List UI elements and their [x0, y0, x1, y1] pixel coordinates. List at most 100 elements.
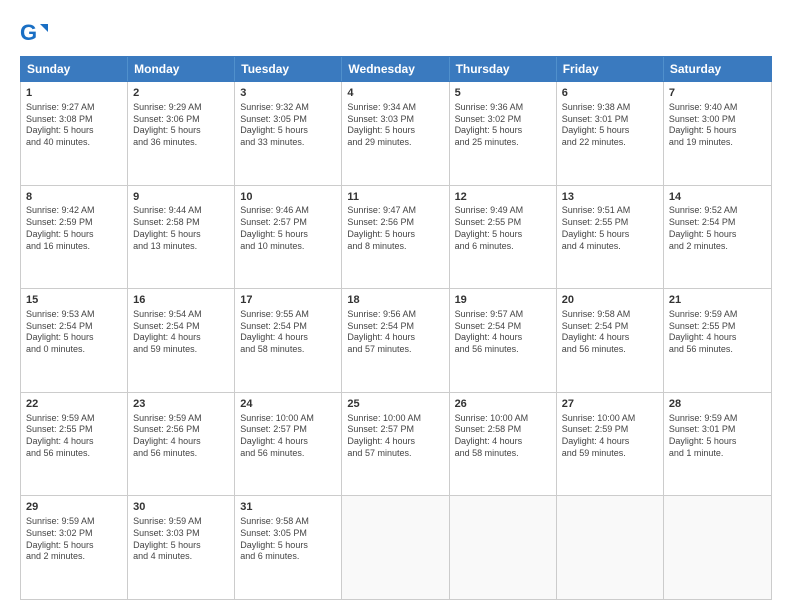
- day-cell-29: 29Sunrise: 9:59 AMSunset: 3:02 PMDayligh…: [21, 496, 128, 599]
- empty-cell: [342, 496, 449, 599]
- cell-text: Sunrise: 9:27 AMSunset: 3:08 PMDaylight:…: [26, 102, 122, 149]
- day-cell-28: 28Sunrise: 9:59 AMSunset: 3:01 PMDayligh…: [664, 393, 771, 496]
- day-number: 6: [562, 86, 658, 101]
- day-cell-17: 17Sunrise: 9:55 AMSunset: 2:54 PMDayligh…: [235, 289, 342, 392]
- day-cell-11: 11Sunrise: 9:47 AMSunset: 2:56 PMDayligh…: [342, 186, 449, 289]
- cell-text: Sunrise: 9:59 AMSunset: 2:55 PMDaylight:…: [669, 309, 766, 356]
- cell-text: Sunrise: 10:00 AMSunset: 2:57 PMDaylight…: [347, 413, 443, 460]
- day-cell-31: 31Sunrise: 9:58 AMSunset: 3:05 PMDayligh…: [235, 496, 342, 599]
- empty-cell: [450, 496, 557, 599]
- day-number: 16: [133, 293, 229, 308]
- svg-text:G: G: [20, 20, 37, 45]
- day-cell-21: 21Sunrise: 9:59 AMSunset: 2:55 PMDayligh…: [664, 289, 771, 392]
- weekday-wednesday: Wednesday: [342, 57, 449, 81]
- weekday-friday: Friday: [557, 57, 664, 81]
- cell-text: Sunrise: 9:49 AMSunset: 2:55 PMDaylight:…: [455, 205, 551, 252]
- cell-text: Sunrise: 9:55 AMSunset: 2:54 PMDaylight:…: [240, 309, 336, 356]
- logo-icon: G: [20, 20, 48, 48]
- cell-text: Sunrise: 9:34 AMSunset: 3:03 PMDaylight:…: [347, 102, 443, 149]
- day-cell-3: 3Sunrise: 9:32 AMSunset: 3:05 PMDaylight…: [235, 82, 342, 185]
- cell-text: Sunrise: 9:57 AMSunset: 2:54 PMDaylight:…: [455, 309, 551, 356]
- day-number: 26: [455, 397, 551, 412]
- day-number: 25: [347, 397, 443, 412]
- cell-text: Sunrise: 9:56 AMSunset: 2:54 PMDaylight:…: [347, 309, 443, 356]
- day-cell-1: 1Sunrise: 9:27 AMSunset: 3:08 PMDaylight…: [21, 82, 128, 185]
- day-number: 17: [240, 293, 336, 308]
- weekday-thursday: Thursday: [450, 57, 557, 81]
- cell-text: Sunrise: 10:00 AMSunset: 2:58 PMDaylight…: [455, 413, 551, 460]
- weekday-saturday: Saturday: [664, 57, 771, 81]
- day-cell-23: 23Sunrise: 9:59 AMSunset: 2:56 PMDayligh…: [128, 393, 235, 496]
- day-cell-25: 25Sunrise: 10:00 AMSunset: 2:57 PMDaylig…: [342, 393, 449, 496]
- cell-text: Sunrise: 9:42 AMSunset: 2:59 PMDaylight:…: [26, 205, 122, 252]
- day-number: 10: [240, 190, 336, 205]
- day-cell-12: 12Sunrise: 9:49 AMSunset: 2:55 PMDayligh…: [450, 186, 557, 289]
- day-cell-9: 9Sunrise: 9:44 AMSunset: 2:58 PMDaylight…: [128, 186, 235, 289]
- cell-text: Sunrise: 9:29 AMSunset: 3:06 PMDaylight:…: [133, 102, 229, 149]
- cell-text: Sunrise: 10:00 AMSunset: 2:57 PMDaylight…: [240, 413, 336, 460]
- day-number: 8: [26, 190, 122, 205]
- day-cell-16: 16Sunrise: 9:54 AMSunset: 2:54 PMDayligh…: [128, 289, 235, 392]
- calendar-body: 1Sunrise: 9:27 AMSunset: 3:08 PMDaylight…: [20, 82, 772, 600]
- calendar-row-0: 1Sunrise: 9:27 AMSunset: 3:08 PMDaylight…: [21, 82, 771, 186]
- day-cell-2: 2Sunrise: 9:29 AMSunset: 3:06 PMDaylight…: [128, 82, 235, 185]
- day-cell-19: 19Sunrise: 9:57 AMSunset: 2:54 PMDayligh…: [450, 289, 557, 392]
- day-cell-15: 15Sunrise: 9:53 AMSunset: 2:54 PMDayligh…: [21, 289, 128, 392]
- day-cell-26: 26Sunrise: 10:00 AMSunset: 2:58 PMDaylig…: [450, 393, 557, 496]
- day-cell-6: 6Sunrise: 9:38 AMSunset: 3:01 PMDaylight…: [557, 82, 664, 185]
- cell-text: Sunrise: 9:47 AMSunset: 2:56 PMDaylight:…: [347, 205, 443, 252]
- cell-text: Sunrise: 9:32 AMSunset: 3:05 PMDaylight:…: [240, 102, 336, 149]
- day-cell-24: 24Sunrise: 10:00 AMSunset: 2:57 PMDaylig…: [235, 393, 342, 496]
- day-number: 31: [240, 500, 336, 515]
- day-number: 24: [240, 397, 336, 412]
- day-cell-14: 14Sunrise: 9:52 AMSunset: 2:54 PMDayligh…: [664, 186, 771, 289]
- cell-text: Sunrise: 9:54 AMSunset: 2:54 PMDaylight:…: [133, 309, 229, 356]
- empty-cell: [557, 496, 664, 599]
- header: G: [20, 16, 772, 48]
- cell-text: Sunrise: 9:53 AMSunset: 2:54 PMDaylight:…: [26, 309, 122, 356]
- cell-text: Sunrise: 9:36 AMSunset: 3:02 PMDaylight:…: [455, 102, 551, 149]
- cell-text: Sunrise: 9:59 AMSunset: 2:56 PMDaylight:…: [133, 413, 229, 460]
- calendar-header: SundayMondayTuesdayWednesdayThursdayFrid…: [20, 56, 772, 82]
- day-number: 5: [455, 86, 551, 101]
- day-number: 13: [562, 190, 658, 205]
- empty-cell: [664, 496, 771, 599]
- cell-text: Sunrise: 9:46 AMSunset: 2:57 PMDaylight:…: [240, 205, 336, 252]
- cell-text: Sunrise: 9:44 AMSunset: 2:58 PMDaylight:…: [133, 205, 229, 252]
- weekday-monday: Monday: [128, 57, 235, 81]
- page: G SundayMondayTuesdayWednesdayThursdayFr…: [0, 0, 792, 612]
- day-number: 12: [455, 190, 551, 205]
- day-cell-30: 30Sunrise: 9:59 AMSunset: 3:03 PMDayligh…: [128, 496, 235, 599]
- day-number: 3: [240, 86, 336, 101]
- cell-text: Sunrise: 9:51 AMSunset: 2:55 PMDaylight:…: [562, 205, 658, 252]
- day-cell-22: 22Sunrise: 9:59 AMSunset: 2:55 PMDayligh…: [21, 393, 128, 496]
- day-number: 4: [347, 86, 443, 101]
- weekday-sunday: Sunday: [21, 57, 128, 81]
- day-number: 14: [669, 190, 766, 205]
- calendar-row-1: 8Sunrise: 9:42 AMSunset: 2:59 PMDaylight…: [21, 186, 771, 290]
- cell-text: Sunrise: 9:52 AMSunset: 2:54 PMDaylight:…: [669, 205, 766, 252]
- day-cell-27: 27Sunrise: 10:00 AMSunset: 2:59 PMDaylig…: [557, 393, 664, 496]
- day-number: 23: [133, 397, 229, 412]
- cell-text: Sunrise: 10:00 AMSunset: 2:59 PMDaylight…: [562, 413, 658, 460]
- day-number: 18: [347, 293, 443, 308]
- calendar-row-3: 22Sunrise: 9:59 AMSunset: 2:55 PMDayligh…: [21, 393, 771, 497]
- day-number: 9: [133, 190, 229, 205]
- day-number: 15: [26, 293, 122, 308]
- day-number: 7: [669, 86, 766, 101]
- weekday-tuesday: Tuesday: [235, 57, 342, 81]
- cell-text: Sunrise: 9:58 AMSunset: 3:05 PMDaylight:…: [240, 516, 336, 563]
- cell-text: Sunrise: 9:38 AMSunset: 3:01 PMDaylight:…: [562, 102, 658, 149]
- day-number: 1: [26, 86, 122, 101]
- day-cell-4: 4Sunrise: 9:34 AMSunset: 3:03 PMDaylight…: [342, 82, 449, 185]
- calendar: SundayMondayTuesdayWednesdayThursdayFrid…: [20, 56, 772, 600]
- day-cell-18: 18Sunrise: 9:56 AMSunset: 2:54 PMDayligh…: [342, 289, 449, 392]
- day-number: 29: [26, 500, 122, 515]
- cell-text: Sunrise: 9:58 AMSunset: 2:54 PMDaylight:…: [562, 309, 658, 356]
- cell-text: Sunrise: 9:59 AMSunset: 3:03 PMDaylight:…: [133, 516, 229, 563]
- day-cell-7: 7Sunrise: 9:40 AMSunset: 3:00 PMDaylight…: [664, 82, 771, 185]
- day-cell-10: 10Sunrise: 9:46 AMSunset: 2:57 PMDayligh…: [235, 186, 342, 289]
- day-number: 27: [562, 397, 658, 412]
- calendar-row-4: 29Sunrise: 9:59 AMSunset: 3:02 PMDayligh…: [21, 496, 771, 599]
- cell-text: Sunrise: 9:59 AMSunset: 3:02 PMDaylight:…: [26, 516, 122, 563]
